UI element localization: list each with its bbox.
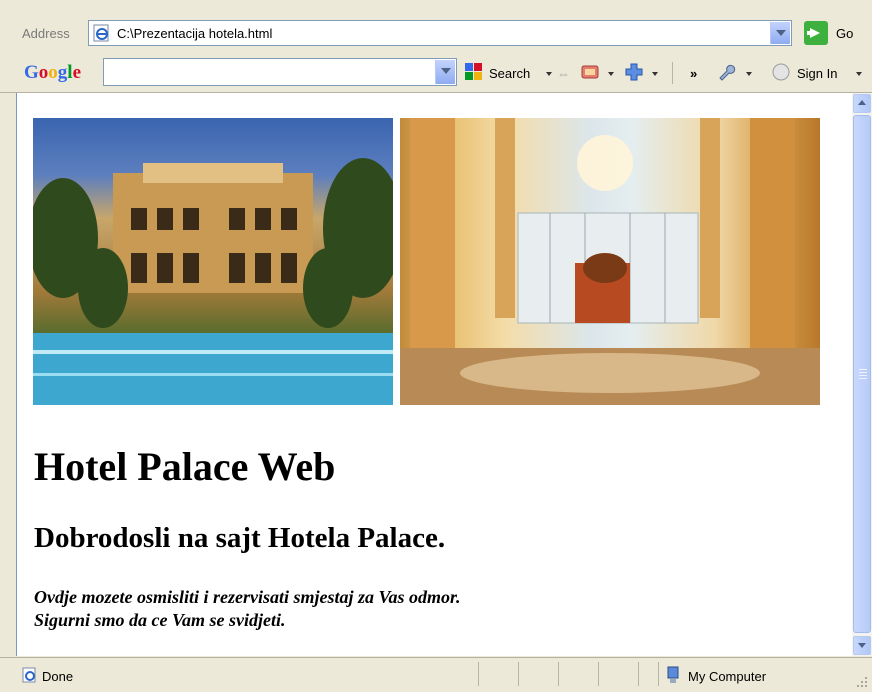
plus-icon[interactable]: [624, 62, 644, 82]
arrows-icon[interactable]: ⇔: [557, 66, 570, 81]
resize-grip-icon[interactable]: [856, 676, 868, 688]
address-toolbar: Address C:\Prezentacija hotela.html Go: [0, 14, 872, 55]
intro-line-1: Ovdje mozete osmisliti i rezervisati smj…: [34, 587, 461, 607]
intro-paragraph: Ovdje mozete osmisliti i rezervisati smj…: [34, 586, 461, 632]
sign-in-dropdown-icon[interactable]: [856, 72, 862, 76]
address-dropdown-button[interactable]: [770, 22, 790, 44]
scroll-thumb[interactable]: [853, 115, 871, 633]
page-viewport: Hotel Palace Web Dobrodosli na sajt Hote…: [16, 93, 853, 656]
search-button[interactable]: Search: [489, 66, 530, 81]
status-divider: [658, 662, 659, 686]
plus-dropdown-icon[interactable]: [652, 72, 658, 76]
scroll-down-button[interactable]: [853, 636, 871, 655]
go-button[interactable]: Go: [836, 26, 853, 41]
status-text: Done: [42, 669, 74, 684]
ie-page-icon: [22, 667, 36, 683]
hotel-exterior-image: [33, 118, 393, 405]
computer-icon: [667, 666, 679, 683]
page-subtitle: Dobrodosli na sajt Hotela Palace.: [34, 522, 446, 554]
window-edge: [0, 14, 8, 691]
google-search-input[interactable]: [103, 58, 457, 86]
status-divider: [638, 662, 639, 686]
wrench-icon[interactable]: [716, 62, 736, 82]
bookmark-icon[interactable]: [580, 62, 600, 82]
hotel-lobby-image: [400, 118, 820, 405]
address-field[interactable]: C:\Prezentacija hotela.html: [88, 20, 792, 46]
search-history-dropdown[interactable]: [435, 60, 455, 84]
address-label: Address: [22, 26, 70, 41]
status-divider: [478, 662, 479, 686]
more-chevron-icon[interactable]: »: [690, 66, 697, 81]
chevron-down-icon: [441, 68, 451, 74]
user-circle-icon[interactable]: [771, 62, 791, 82]
google-logo[interactable]: Google: [24, 62, 81, 84]
vertical-scrollbar[interactable]: [852, 93, 872, 656]
sign-in-button[interactable]: Sign In: [797, 66, 837, 81]
go-arrow-icon[interactable]: [804, 21, 828, 45]
ie-page-icon: [93, 24, 109, 42]
status-bar: Done My Computer: [0, 657, 872, 692]
chevron-down-icon: [776, 30, 786, 36]
status-divider: [598, 662, 599, 686]
toolbar-separator: [672, 62, 673, 84]
settings-dropdown-icon[interactable]: [746, 72, 752, 76]
scroll-up-button[interactable]: [853, 94, 871, 113]
security-zone-label: My Computer: [688, 669, 767, 684]
google-search-icon[interactable]: [464, 62, 484, 82]
address-url: C:\Prezentacija hotela.html: [117, 26, 273, 41]
google-toolbar: Google Search ⇔ » Sign In: [0, 54, 872, 93]
page-title: Hotel Palace Web: [34, 444, 336, 489]
intro-line-2: Sigurni smo da ce Vam se svidjeti.: [34, 610, 286, 630]
status-divider: [558, 662, 559, 686]
status-divider: [518, 662, 519, 686]
search-options-icon[interactable]: [546, 72, 552, 76]
bookmark-dropdown-icon[interactable]: [608, 72, 614, 76]
